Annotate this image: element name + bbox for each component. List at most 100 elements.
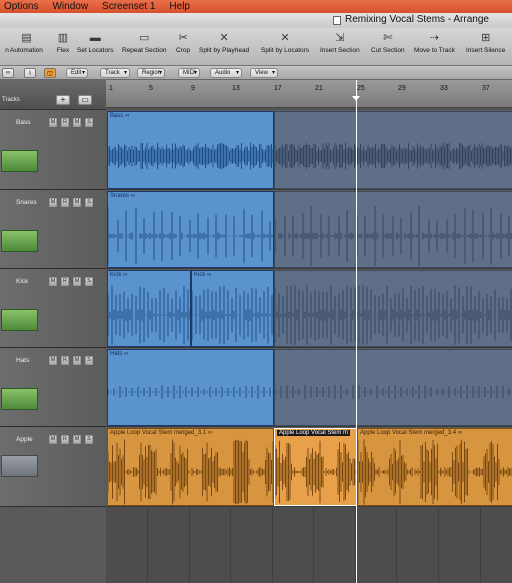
repeat-section-icon: ▭ xyxy=(139,32,150,44)
link-icon[interactable]: ∞ xyxy=(2,68,14,78)
inspector-toggle-icon[interactable]: ◫ xyxy=(44,68,56,78)
solo-button[interactable]: S xyxy=(85,277,93,286)
mute-button-2[interactable]: M xyxy=(73,356,81,365)
edit-menu[interactable]: Edit xyxy=(66,68,88,78)
audio-track-icon xyxy=(1,230,38,252)
track-name: Apple xyxy=(16,436,33,443)
toolbar: n ▤ Automation ▥ Flex ▬ Set Locators ▭ R… xyxy=(0,28,512,66)
apple-loop-region[interactable]: Apple Loop Vocal Stem merged_3.4 ∞ xyxy=(357,428,512,506)
view-menu[interactable]: View xyxy=(250,68,278,78)
track-lane-snares: Snares ∞ xyxy=(106,190,512,269)
menu-window[interactable]: Window xyxy=(52,1,88,12)
record-button[interactable]: R xyxy=(61,198,69,207)
document-icon xyxy=(333,16,341,25)
waveform xyxy=(358,439,512,505)
mute-button[interactable]: M xyxy=(49,198,57,207)
waveform xyxy=(192,285,273,345)
track-row-kick[interactable]: Kick M R M S xyxy=(0,269,106,348)
audio-region-unselected[interactable] xyxy=(274,191,512,268)
catch-icon[interactable]: ⌇ xyxy=(24,68,36,78)
mute-button[interactable]: M xyxy=(49,277,57,286)
insert-silence-button[interactable]: ⊞ Insert Silence xyxy=(466,32,505,54)
repeat-section-button[interactable]: ▭ Repeat Section xyxy=(122,32,166,54)
flex-button[interactable]: ▥ Flex xyxy=(56,32,70,54)
midi-menu[interactable]: MIDI xyxy=(178,68,200,78)
ruler-bar-label: 13 xyxy=(232,85,240,92)
mute-button-2[interactable]: M xyxy=(73,435,81,444)
audio-region[interactable]: Kick ∞ xyxy=(107,270,191,347)
audio-track-icon xyxy=(1,309,38,331)
move-to-track-icon: ⇢ xyxy=(429,32,440,44)
region-menu[interactable]: Region xyxy=(137,68,165,78)
solo-button[interactable]: S xyxy=(85,435,93,444)
global-tracks-button[interactable]: ▭ xyxy=(78,95,92,105)
mute-button-2[interactable]: M xyxy=(73,118,81,127)
waveform xyxy=(275,142,512,170)
region-label: Snares ∞ xyxy=(110,193,135,199)
split-by-locators-button[interactable]: ✕ Split by Locators xyxy=(261,32,309,54)
region-label: Apple Loop Vocal Stem merged_3.1 ∞ xyxy=(110,430,213,436)
mute-button[interactable]: M xyxy=(49,356,57,365)
waveform xyxy=(275,440,356,504)
track-lane-hats: Hats ∞ xyxy=(106,348,512,427)
track-lane-apple: Apple Loop Vocal Stem merged_3.1 ∞ Apple… xyxy=(106,427,512,507)
audio-region-unselected[interactable] xyxy=(274,349,512,426)
menu-options[interactable]: Options xyxy=(4,1,38,12)
ruler-bar-label: 29 xyxy=(398,85,406,92)
solo-button[interactable]: S xyxy=(85,198,93,207)
track-row-snares[interactable]: Snares M R M S xyxy=(0,190,106,269)
track-row-hats[interactable]: Hats M R M S xyxy=(0,348,106,427)
ruler-bar-label: 21 xyxy=(315,85,323,92)
region-label: Bass ∞ xyxy=(110,113,130,119)
record-button[interactable]: R xyxy=(61,435,69,444)
arrange-area[interactable]: Bass ∞ Snares ∞ Kick ∞ Kick ∞ Hats ∞ App… xyxy=(106,108,512,583)
bar-ruler[interactable]: 1 5 9 13 17 21 25 29 33 37 xyxy=(106,80,512,108)
region-label: Apple Loop Vocal Stem m xyxy=(277,430,351,436)
empty-arrange-space xyxy=(106,507,512,583)
menu-bar: Options Window Screenset 1 Help xyxy=(0,0,512,13)
solo-button[interactable]: S xyxy=(85,118,93,127)
track-row-bass[interactable]: Bass M R M S xyxy=(0,110,106,190)
move-to-track-button[interactable]: ⇢ Move to Track xyxy=(414,32,455,54)
window-title-bar: Remixing Vocal Stems - Arrange xyxy=(0,13,512,28)
insert-section-button[interactable]: ⇲ Insert Section xyxy=(320,32,360,54)
set-locators-button[interactable]: ▬ Set Locators xyxy=(77,32,114,54)
audio-region[interactable]: Kick ∞ xyxy=(191,270,274,347)
waveform xyxy=(108,439,273,505)
track-lane-kick: Kick ∞ Kick ∞ xyxy=(106,269,512,348)
cut-section-button[interactable]: ✄ Cut Section xyxy=(371,32,405,54)
automation-button[interactable]: ▤ Automation xyxy=(10,32,43,54)
flex-icon: ▥ xyxy=(57,32,69,44)
playhead-marker-icon[interactable] xyxy=(352,96,360,101)
split-by-playhead-button[interactable]: ✕ Split by Playhead xyxy=(199,32,249,54)
audio-region[interactable]: Snares ∞ xyxy=(107,191,274,268)
automation-icon: ▤ xyxy=(21,32,32,44)
add-track-button[interactable]: + xyxy=(56,95,70,105)
track-row-apple[interactable]: Apple M R M S xyxy=(0,427,106,507)
menu-screenset[interactable]: Screenset 1 xyxy=(102,1,155,12)
mute-button-2[interactable]: M xyxy=(73,277,81,286)
region-label: Kick ∞ xyxy=(194,272,212,278)
solo-button[interactable]: S xyxy=(85,356,93,365)
audio-menu[interactable]: Audio xyxy=(210,68,242,78)
audio-region-unselected[interactable] xyxy=(274,270,512,347)
track-menu[interactable]: Track xyxy=(100,68,130,78)
menu-help[interactable]: Help xyxy=(169,1,190,12)
record-button[interactable]: R xyxy=(61,118,69,127)
record-button[interactable]: R xyxy=(61,356,69,365)
apple-loop-region[interactable]: Apple Loop Vocal Stem merged_3.1 ∞ xyxy=(107,428,274,506)
record-button[interactable]: R xyxy=(61,277,69,286)
playhead[interactable] xyxy=(356,80,357,583)
audio-region[interactable]: Hats ∞ xyxy=(107,349,274,426)
mute-button[interactable]: M xyxy=(49,435,57,444)
track-list-header: Tracks + ▭ xyxy=(0,80,106,110)
audio-region[interactable]: Bass ∞ xyxy=(107,111,274,189)
ruler-bar-label: 33 xyxy=(440,85,448,92)
crop-button[interactable]: ✂ Crop xyxy=(176,32,190,54)
audio-region-unselected[interactable] xyxy=(274,111,512,189)
mute-button-2[interactable]: M xyxy=(73,198,81,207)
waveform xyxy=(108,285,190,345)
ruler-bar-label: 1 xyxy=(109,85,113,92)
mute-button[interactable]: M xyxy=(49,118,57,127)
apple-loop-region-selected[interactable]: Apple Loop Vocal Stem m xyxy=(274,428,357,506)
